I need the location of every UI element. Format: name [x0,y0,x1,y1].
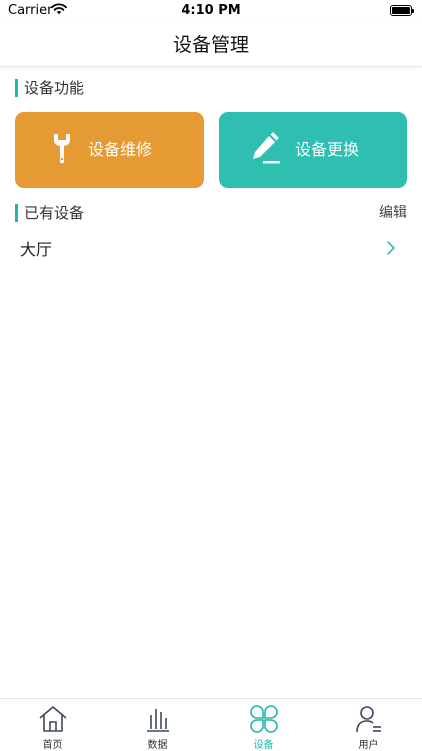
home-icon [38,705,68,737]
device-repair-button[interactable]: 设备维修 [15,112,204,188]
device-replace-button[interactable]: 设备更换 [219,112,407,188]
tab-data[interactable]: 数据 [105,699,210,751]
wrench-icon [51,132,73,170]
device-list-item[interactable]: 大厅 [0,233,422,263]
chevron-right-icon [387,240,395,259]
device-repair-label: 设备维修 [88,140,153,159]
page-title: 设备管理 [172,34,249,56]
bar-chart-icon [145,705,171,737]
devices-section-header: 已有设备 编辑 [15,202,407,224]
tab-devices[interactable]: 设备 [211,699,316,751]
tab-user[interactable]: 用户 [316,699,421,751]
tab-bar: 首页 数据 设备 用户 [0,698,422,751]
device-replace-label: 设备更换 [295,140,360,159]
tab-home-label: 首页 [42,740,63,751]
functions-section-header: 设备功能 [15,77,407,99]
tab-user-label: 用户 [358,740,379,751]
section-accent-bar [15,204,18,222]
device-name: 大厅 [20,240,53,259]
tab-devices-label: 设备 [253,740,274,751]
clover-icon [249,705,278,737]
pencil-icon [251,132,281,170]
section-accent-bar [15,79,18,97]
battery-icon [390,5,414,16]
navigation-bar: 设备管理 [0,22,422,67]
tab-data-label: 数据 [147,740,168,751]
status-time: 4:10 PM [181,3,241,18]
status-bar: Carrier 4:10 PM [0,0,422,22]
edit-button[interactable]: 编辑 [379,202,407,224]
user-icon [355,705,383,737]
devices-section-title: 已有设备 [24,204,85,222]
functions-section-title: 设备功能 [24,79,85,97]
tab-home[interactable]: 首页 [0,699,105,751]
